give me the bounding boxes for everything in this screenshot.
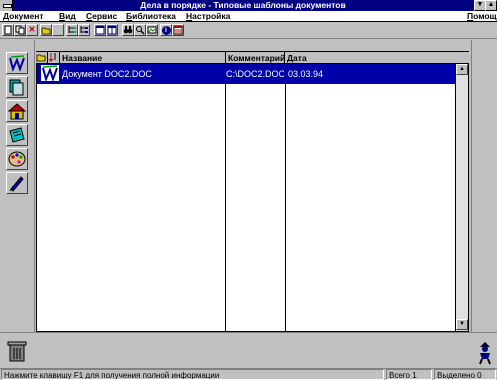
- notebook-icon[interactable]: [6, 124, 28, 146]
- status-selected: Выделено 0: [434, 369, 496, 380]
- menu-view[interactable]: Вид: [59, 11, 76, 22]
- column-header-comment[interactable]: Комментарий: [226, 52, 285, 64]
- vertical-scrollbar[interactable]: ▲ ▼: [455, 64, 468, 331]
- status-total: Всего 1: [386, 369, 432, 380]
- info-glyph: i: [161, 26, 171, 35]
- house-icon[interactable]: [6, 100, 28, 122]
- delete-icon[interactable]: ✕: [26, 24, 38, 36]
- menu-service[interactable]: Сервис: [86, 11, 117, 22]
- column-divider: [285, 64, 286, 331]
- new-document-icon[interactable]: [2, 24, 14, 36]
- menu-help[interactable]: Помощь: [467, 11, 497, 22]
- calendar-icon[interactable]: [172, 24, 184, 36]
- search-icon[interactable]: [134, 24, 146, 36]
- menu-settings[interactable]: Настройка: [186, 11, 230, 22]
- palette-icon[interactable]: [6, 148, 28, 170]
- right-panel: [471, 40, 497, 332]
- table-row[interactable]: Документ DOC2.DOC C:\DOC2.DOC 03.03.94: [37, 64, 455, 84]
- tree-view-2-icon[interactable]: [78, 24, 90, 36]
- row-comment: C:\DOC2.DOC: [226, 69, 284, 79]
- list-header: Название Комментарий Дата: [36, 52, 469, 64]
- left-sidebar: [0, 40, 35, 332]
- row-name: Документ DOC2.DOC: [62, 69, 152, 79]
- scroll-down-arrow-icon[interactable]: ▼: [456, 319, 468, 330]
- system-menu-button[interactable]: [0, 0, 13, 11]
- menu-bar: Документ Вид Сервис Библиотека Настройка…: [0, 11, 497, 22]
- column-header-name[interactable]: Название: [60, 52, 226, 64]
- row-date: 03.03.94: [288, 69, 324, 79]
- document-list: [36, 51, 469, 332]
- letters-icon[interactable]: [6, 52, 28, 74]
- blank-icon[interactable]: [52, 24, 64, 36]
- window-split-icon[interactable]: [106, 24, 118, 36]
- status-bar: Нажмите клавишу F1 для получения полной …: [0, 368, 497, 380]
- sort-order-icon[interactable]: [48, 52, 60, 64]
- title-bar: Дела в порядке - Типовые шаблоны докумен…: [0, 0, 497, 11]
- folder-icon[interactable]: [40, 24, 52, 36]
- menu-document[interactable]: Документ: [3, 11, 44, 22]
- document-copy-icon[interactable]: [14, 24, 26, 36]
- column-header-date[interactable]: Дата: [285, 52, 469, 64]
- menu-library[interactable]: Библиотека: [126, 11, 176, 22]
- tree-view-icon[interactable]: [66, 24, 78, 36]
- scroll-up-arrow-icon[interactable]: ▲: [456, 64, 468, 75]
- window-title: Дела в порядке - Типовые шаблоны докумен…: [140, 0, 346, 10]
- bottom-panel: [0, 332, 497, 368]
- little-man-icon[interactable]: [476, 341, 494, 365]
- pen-icon[interactable]: [6, 172, 28, 194]
- info-icon[interactable]: i: [160, 24, 172, 36]
- sort-folder-icon[interactable]: [36, 52, 48, 64]
- trash-can-icon[interactable]: [6, 339, 28, 363]
- status-hint: Нажмите клавишу F1 для получения полной …: [1, 369, 384, 380]
- letters-icon: [40, 64, 62, 84]
- document-stack-icon[interactable]: [6, 76, 28, 98]
- picture-icon[interactable]: [146, 24, 158, 36]
- toolbar: ✕ i: [0, 23, 497, 39]
- window-icon[interactable]: [94, 24, 106, 36]
- maximize-button[interactable]: ▲: [485, 0, 497, 11]
- find-binoculars-icon[interactable]: [122, 24, 134, 36]
- column-divider: [225, 64, 226, 331]
